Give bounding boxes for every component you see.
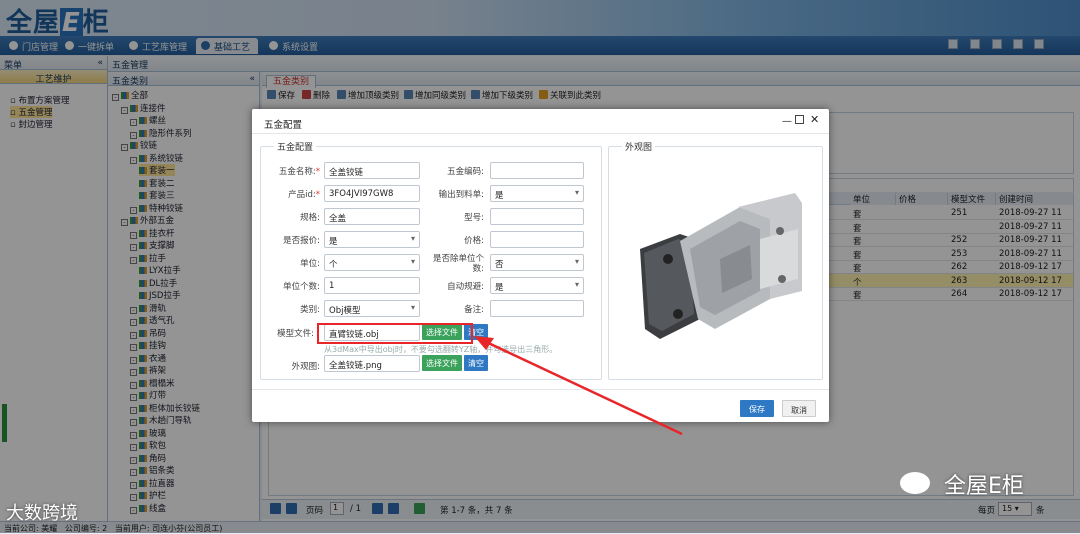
dialog-divider bbox=[252, 133, 829, 134]
price-input[interactable] bbox=[490, 231, 584, 248]
annotation-arrow bbox=[474, 336, 683, 436]
note-label: 备注: bbox=[464, 305, 484, 315]
type-label: 类别: bbox=[300, 305, 320, 315]
divide-select[interactable]: 否 bbox=[490, 254, 584, 271]
annotation-highlight-box bbox=[317, 323, 473, 344]
watermark-right: 全屋E柜 bbox=[944, 474, 1024, 499]
hinge-preview-image bbox=[640, 193, 802, 339]
save-button[interactable]: 保存 bbox=[740, 400, 774, 417]
quote-label: 是否报价: bbox=[283, 236, 320, 246]
watermark-left: 大数跨境 bbox=[6, 503, 78, 524]
maximize-icon[interactable] bbox=[795, 115, 804, 124]
appearance-label: 外观图: bbox=[291, 362, 320, 372]
spec-label: 规格: bbox=[300, 213, 320, 223]
code-label: 五金编码: bbox=[447, 167, 484, 177]
auto-avoid-label: 自动规避: bbox=[447, 282, 484, 292]
appearance-choose-file-button[interactable]: 选择文件 bbox=[422, 355, 462, 371]
name-input[interactable]: 全盖铰链 bbox=[324, 162, 420, 179]
appearance-fieldset-legend: 外观图 bbox=[622, 140, 656, 153]
product-id-label: 产品id:* bbox=[288, 190, 320, 200]
minimize-icon[interactable]: — bbox=[782, 116, 792, 127]
quote-select[interactable]: 是 bbox=[324, 231, 420, 248]
note-textarea[interactable] bbox=[490, 300, 584, 317]
product-id-input[interactable]: 3FO4JVI97GW8 bbox=[324, 185, 420, 202]
auto-avoid-select[interactable]: 是 bbox=[490, 277, 584, 294]
dialog-title: 五金配置 bbox=[264, 120, 303, 131]
cancel-button[interactable]: 取消 bbox=[782, 400, 816, 417]
export-select[interactable]: 是 bbox=[490, 185, 584, 202]
appearance-input[interactable]: 全盖铰链.png bbox=[324, 355, 420, 372]
wechat-icon bbox=[900, 472, 930, 494]
unit-count-input[interactable]: 1 bbox=[324, 277, 420, 294]
config-fieldset-legend: 五金配置 bbox=[274, 140, 317, 153]
model-file-label: 模型文件: bbox=[277, 329, 314, 339]
type-select[interactable]: Obj模型 bbox=[324, 300, 420, 317]
spec-input[interactable]: 全盖 bbox=[324, 208, 420, 225]
code-input[interactable] bbox=[490, 162, 584, 179]
name-label: 五金名称:* bbox=[278, 167, 320, 177]
model-no-label: 型号: bbox=[464, 213, 484, 223]
unit-count-label: 单位个数: bbox=[283, 282, 320, 292]
close-icon[interactable]: ✕ bbox=[810, 113, 819, 126]
unit-select[interactable]: 个 bbox=[324, 254, 420, 271]
price-label: 价格: bbox=[464, 236, 484, 246]
export-label: 输出到料单: bbox=[438, 190, 484, 200]
divide-label: 是否除单位个数: bbox=[432, 254, 484, 274]
unit-label: 单位: bbox=[300, 259, 320, 269]
model-no-input[interactable] bbox=[490, 208, 584, 225]
